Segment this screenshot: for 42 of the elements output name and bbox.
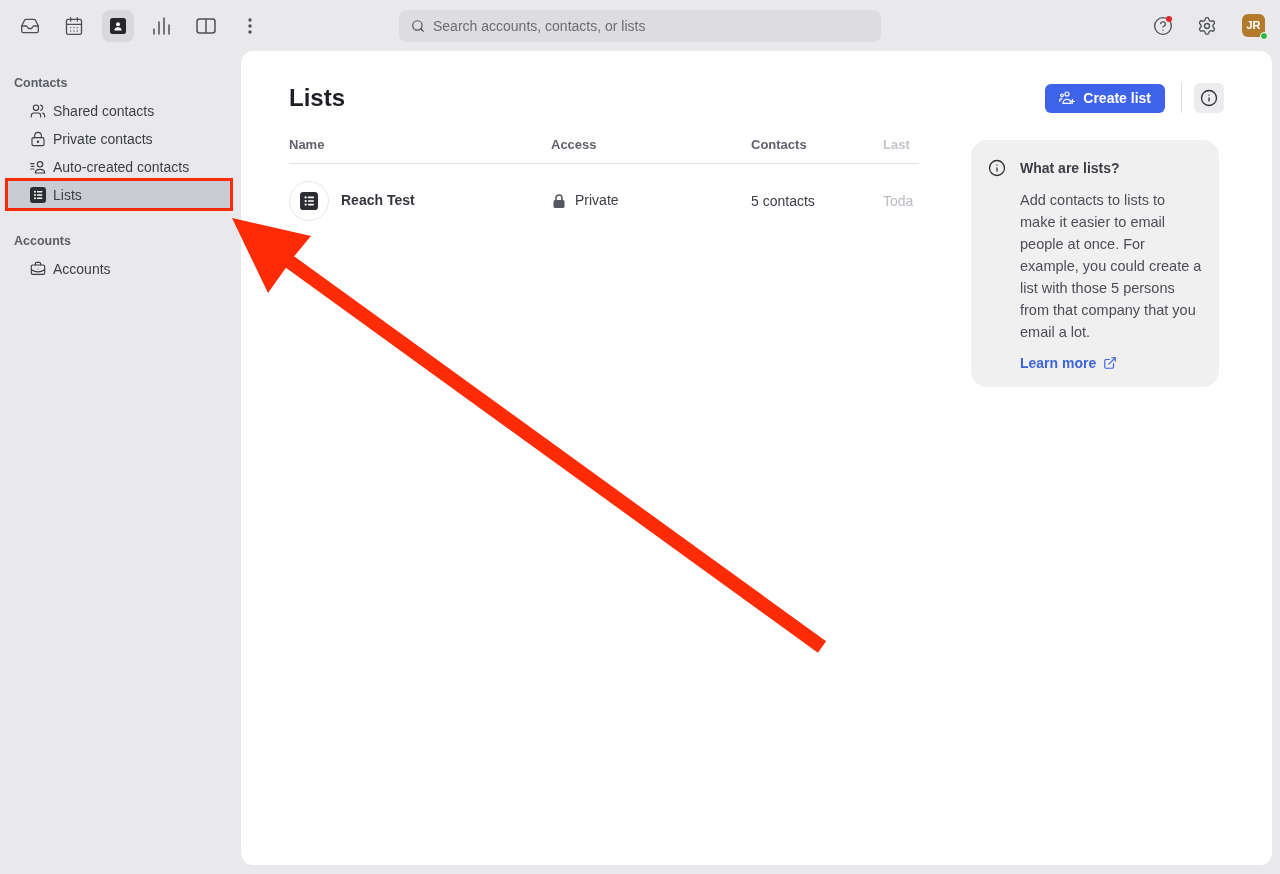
info-icon (1200, 89, 1218, 107)
person-lines-icon (30, 159, 46, 175)
settings-icon (1197, 15, 1217, 36)
briefcase-icon (30, 261, 46, 277)
card-title: What are lists? (1020, 159, 1120, 178)
column-header: Last (883, 137, 910, 152)
table-cell: 5 contacts (751, 192, 815, 209)
section-heading: Contacts (14, 75, 68, 92)
column-header: Contacts (751, 137, 807, 152)
calendar-icon (64, 15, 84, 36)
avatar[interactable]: JR (1242, 14, 1265, 37)
sidebar-item[interactable]: Private contacts (7, 125, 231, 153)
list-icon (30, 187, 46, 203)
help-icon (1153, 15, 1173, 36)
lock-icon (30, 131, 46, 147)
lock-icon (553, 193, 565, 208)
section-heading: Accounts (14, 233, 71, 250)
table-cell-text: Private (575, 191, 619, 210)
external-link-icon (1103, 356, 1118, 370)
list-name[interactable]: Reach Test (341, 190, 415, 211)
info-icon (988, 159, 1006, 177)
create-list-button[interactable]: Create list (1045, 83, 1165, 113)
sidebar-item[interactable]: Accounts (7, 255, 231, 283)
sidebar-item[interactable]: Lists (7, 181, 231, 209)
search-icon (411, 18, 425, 33)
search-field[interactable]: Search accounts, contacts, or lists (399, 9, 881, 42)
people-plus-icon (1059, 90, 1076, 106)
learn-more-link[interactable]: Learn more (1020, 353, 1118, 373)
people-icon (30, 103, 46, 119)
columns-icon (196, 15, 216, 36)
info-button[interactable] (1194, 83, 1224, 113)
sidebar-item[interactable]: Shared contacts (7, 97, 231, 125)
contacts-button[interactable] (102, 9, 134, 42)
more-icon (248, 17, 252, 34)
column-header: Access (551, 137, 597, 152)
card-text: Add contacts to lists to make it easier to email people at once. For example, you could create a list with those 5 persons from that company that you email a lot. (1020, 191, 1202, 342)
page-title: Lists (289, 83, 345, 113)
contact-card-icon (110, 17, 126, 34)
sidebar-item[interactable]: Auto-created contacts (7, 153, 231, 181)
table-cell: Toda (883, 192, 914, 209)
bar-chart-icon (152, 15, 172, 36)
column-header: Name (289, 137, 325, 152)
